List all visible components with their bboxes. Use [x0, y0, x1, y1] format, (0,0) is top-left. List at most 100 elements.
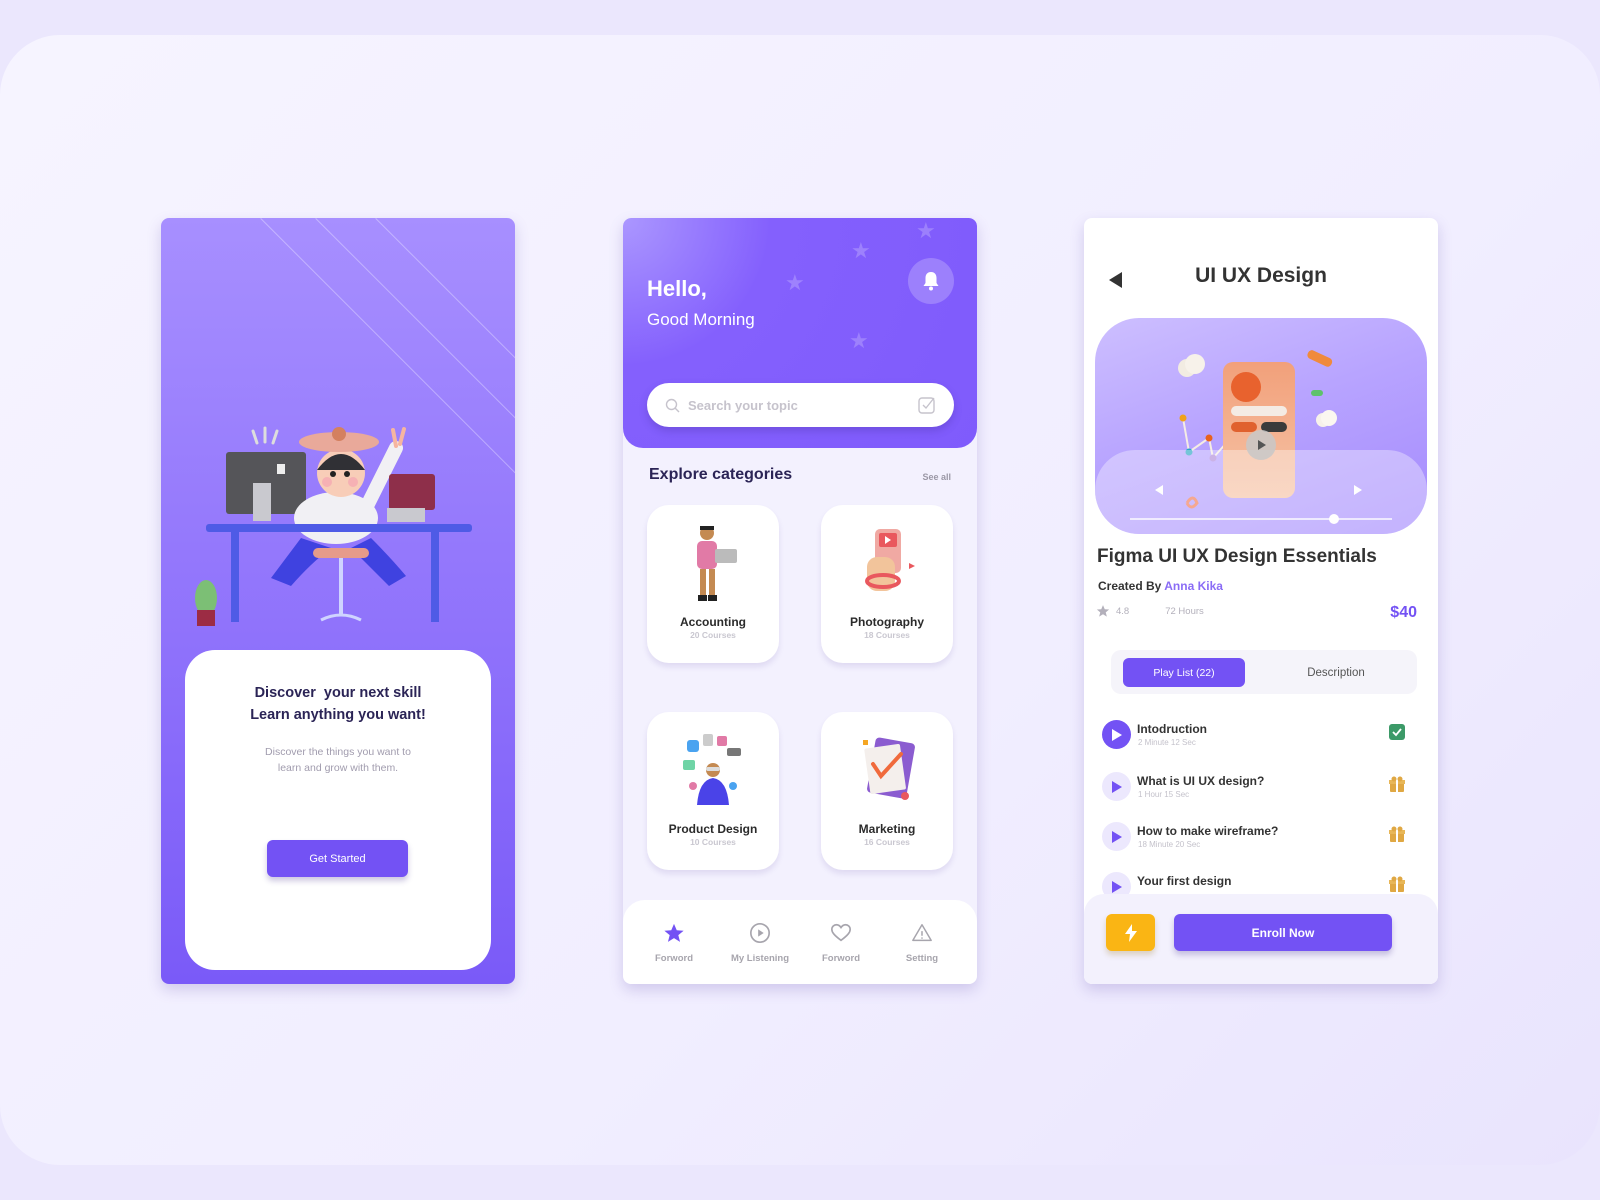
screen-title: UI UX Design — [1195, 264, 1327, 287]
segmented-control: Play List (22) Description — [1111, 650, 1417, 694]
lesson-item[interactable]: Intodruction 2 Minute 12 Sec — [1102, 718, 1422, 758]
onboarding-body: Discover the things you want to learn an… — [185, 744, 491, 776]
completed-check-icon — [1389, 724, 1405, 740]
lesson-play-button[interactable] — [1102, 720, 1131, 749]
tab-label: Forword — [822, 953, 860, 964]
category-card-photography[interactable]: Photography 18 Courses — [821, 505, 953, 663]
onboarding-screen: Discover your next skill Learn anything … — [161, 218, 515, 984]
person-at-desk-illustration — [195, 426, 472, 626]
previous-icon[interactable] — [1153, 484, 1165, 496]
category-card-accounting[interactable]: Accounting 20 Courses — [647, 505, 779, 663]
play-circle-icon — [750, 923, 770, 943]
locked-gift-icon — [1389, 876, 1405, 892]
tab-setting[interactable]: Setting — [882, 922, 962, 964]
enroll-bar: Enroll Now — [1084, 894, 1438, 984]
tab-label: Setting — [905, 953, 939, 964]
category-count: 10 Courses — [690, 837, 736, 847]
category-name: Accounting — [680, 615, 746, 629]
lesson-item[interactable]: What is UI UX design? 1 Hour 15 Sec — [1102, 770, 1422, 810]
lesson-title: Your first design — [1137, 874, 1232, 888]
video-player[interactable] — [1095, 318, 1427, 534]
star-rating-icon — [1096, 605, 1110, 617]
body-line-1: Discover the things you want to — [265, 746, 411, 758]
home-header: ★ ★ ★ ★ Hello, Good Morning — [623, 218, 977, 448]
player-controls-overlay — [1095, 450, 1427, 534]
tab-playlist[interactable]: Play List (22) — [1123, 658, 1245, 687]
play-icon — [1258, 440, 1266, 450]
lightning-icon — [1124, 923, 1137, 942]
category-card-product-design[interactable]: Product Design 10 Courses — [647, 712, 779, 870]
category-card-marketing[interactable]: Marketing 16 Courses — [821, 712, 953, 870]
warning-icon — [912, 924, 932, 942]
marketing-illustration — [863, 737, 915, 800]
accounting-illustration — [697, 526, 737, 601]
headline-line-1: Discover your next skill — [254, 685, 422, 701]
locked-gift-icon — [1389, 826, 1405, 842]
quick-action-button[interactable] — [1106, 914, 1155, 951]
see-all-link[interactable]: See all — [922, 472, 951, 482]
created-by-label: Created By — [1098, 579, 1162, 593]
tab-forword-star[interactable]: Forword — [634, 922, 714, 964]
course-detail-screen: UI UX Design Figma UI UX Design Essentia… — [1084, 218, 1438, 984]
video-progress-track[interactable] — [1130, 514, 1392, 524]
play-icon — [1112, 830, 1122, 843]
author-link[interactable]: Anna Kika — [1164, 579, 1223, 593]
course-duration: 72 Hours — [1165, 605, 1204, 617]
category-name: Marketing — [858, 822, 916, 836]
star-decor-icon: ★ — [851, 238, 871, 263]
category-name: Product Design — [668, 822, 758, 836]
play-button[interactable] — [1246, 430, 1276, 460]
course-title: Figma UI UX Design Essentials — [1097, 546, 1377, 567]
category-count: 20 Courses — [690, 630, 736, 640]
locked-gift-icon — [1389, 776, 1405, 792]
body-line-2: learn and grow with them. — [277, 762, 399, 774]
course-price: $40 — [1390, 604, 1417, 621]
heart-icon — [831, 923, 851, 942]
photography-illustration — [865, 529, 915, 591]
lesson-title: Intodruction — [1137, 722, 1207, 736]
lesson-title: How to make wireframe? — [1137, 824, 1279, 838]
search-bar[interactable] — [647, 383, 954, 427]
lesson-duration: 2 Minute 12 Sec — [1138, 738, 1196, 747]
tab-label: My Listening — [730, 953, 790, 964]
headline-line-2: Learn anything you want! — [250, 707, 426, 723]
play-icon — [1112, 780, 1122, 793]
star-icon — [664, 923, 684, 942]
lesson-play-button[interactable] — [1102, 772, 1131, 801]
enroll-now-button[interactable]: Enroll Now — [1174, 914, 1392, 951]
section-title: Explore categories — [649, 466, 793, 483]
next-icon[interactable] — [1352, 484, 1364, 496]
play-icon — [1112, 880, 1122, 893]
lesson-duration: 18 Minute 20 Sec — [1138, 840, 1201, 849]
rating-value: 4.8 — [1116, 605, 1130, 617]
course-meta: 4.8 72 Hours — [1096, 604, 1204, 618]
checkbox-icon[interactable] — [918, 396, 936, 414]
notifications-button[interactable] — [908, 258, 954, 304]
play-icon — [1112, 728, 1122, 741]
onboarding-headline: Discover your next skill Learn anything … — [185, 682, 491, 726]
subgreeting: Good Morning — [647, 310, 755, 329]
home-screen: ★ ★ ★ ★ Hello, Good Morning Explore cate… — [623, 218, 977, 984]
get-started-button[interactable]: Get Started — [267, 840, 408, 877]
tab-my-listening[interactable]: My Listening — [720, 922, 800, 964]
lesson-item[interactable]: How to make wireframe? 18 Minute 20 Sec — [1102, 820, 1422, 860]
lesson-duration: 1 Hour 15 Sec — [1138, 790, 1190, 799]
star-decor-icon: ★ — [785, 270, 805, 295]
bottom-tab-bar: Forword My Listening Forword Setting — [623, 900, 977, 984]
star-decor-icon: ★ — [916, 218, 936, 243]
bell-icon — [923, 272, 939, 291]
category-name: Photography — [850, 615, 924, 629]
course-author: Created By Anna Kika — [1098, 579, 1223, 593]
star-decor-icon: ★ — [849, 328, 869, 353]
tab-description[interactable]: Description — [1271, 658, 1401, 687]
lesson-title: What is UI UX design? — [1137, 774, 1265, 788]
product-design-illustration — [683, 734, 741, 805]
onboarding-card: Discover your next skill Learn anything … — [185, 650, 491, 970]
greeting: Hello, — [647, 276, 707, 301]
category-count: 18 Courses — [864, 630, 910, 640]
search-input[interactable] — [688, 397, 918, 413]
search-icon — [665, 398, 680, 412]
tab-forword-heart[interactable]: Forword — [801, 922, 881, 964]
lesson-play-button[interactable] — [1102, 822, 1131, 851]
tab-label: Forword — [655, 953, 693, 964]
